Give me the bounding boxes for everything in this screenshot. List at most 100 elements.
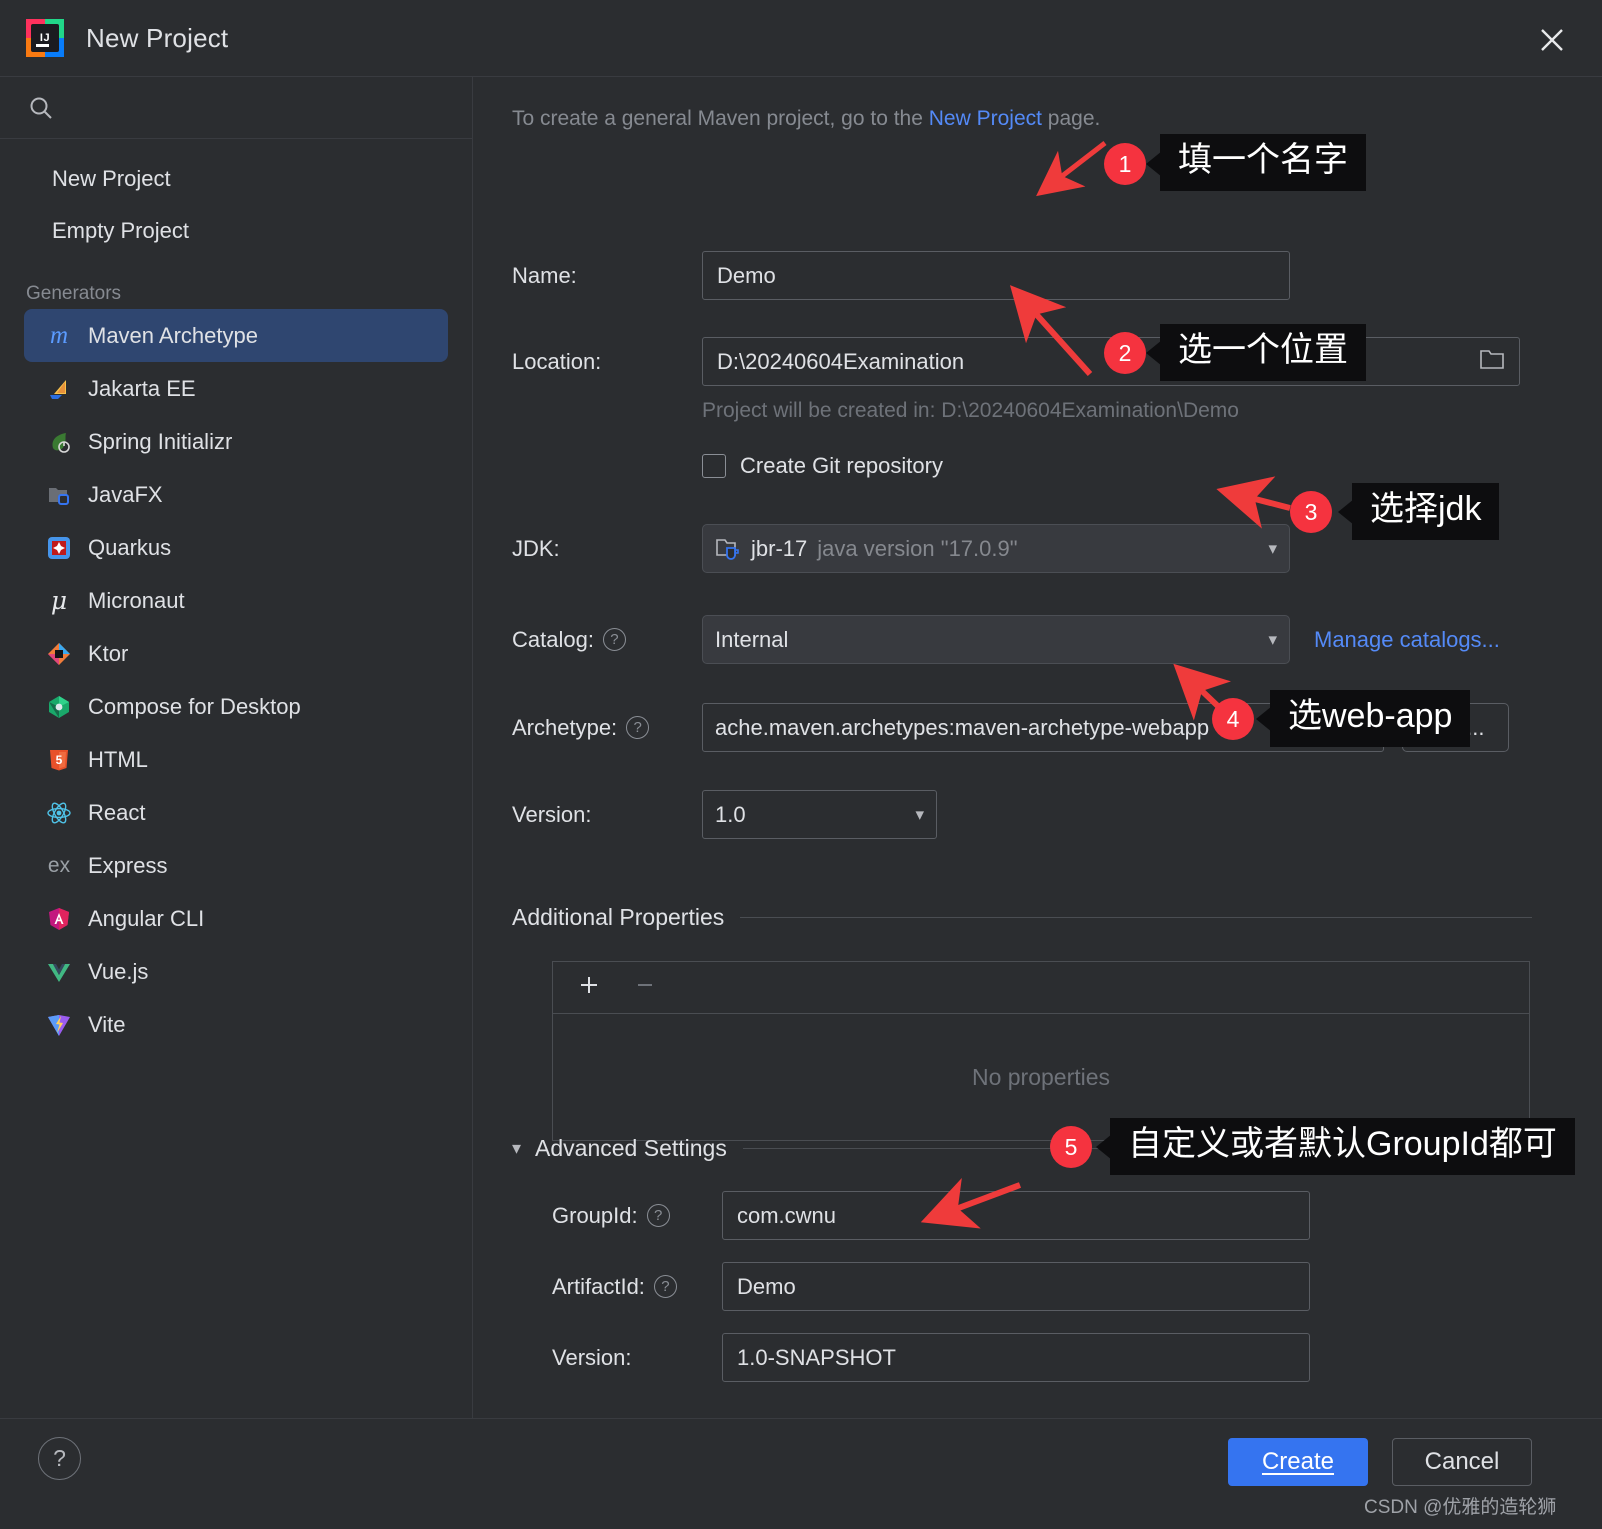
advanced-version-input[interactable]: 1.0-SNAPSHOT — [722, 1333, 1310, 1382]
micronaut-icon: μ — [50, 586, 68, 615]
express-icon: ex — [47, 853, 71, 877]
jdk-value: jbr-17 — [751, 535, 808, 561]
sidebar: New Project Empty Project Generators m M… — [0, 77, 473, 1418]
sidebar-item-spring-initializr[interactable]: Spring Initializr — [24, 415, 448, 468]
groupid-help-icon[interactable]: ? — [646, 1204, 670, 1227]
annotation-box-4: 选web-app — [1270, 690, 1471, 747]
advanced-version-value: 1.0-SNAPSHOT — [737, 1344, 896, 1370]
sidebar-item-new-project[interactable]: New Project — [0, 153, 472, 205]
compose-icon — [44, 692, 74, 722]
location-input-value: D:\20240604Examination — [717, 348, 965, 374]
jdk-label: JDK: — [512, 535, 560, 561]
name-input[interactable]: Demo — [702, 251, 1290, 300]
ktor-icon — [44, 639, 74, 669]
create-button[interactable]: Create — [1228, 1438, 1368, 1486]
sidebar-item-label: HTML — [88, 746, 148, 772]
sidebar-item-compose-for-desktop[interactable]: Compose for Desktop — [24, 680, 448, 733]
groupid-input[interactable]: com.cwnu — [722, 1191, 1310, 1240]
additional-properties-box: No properties — [552, 961, 1530, 1141]
checkbox-box[interactable] — [702, 454, 726, 478]
create-git-repository-checkbox[interactable]: Create Git repository — [702, 453, 943, 479]
annotation-badge-1: 1 — [1104, 143, 1146, 185]
sidebar-item-label: Vue.js — [88, 958, 149, 984]
properties-toolbar — [553, 962, 1529, 1014]
jdk-row: JDK: jbr-17 java version "17.0.9" ▾ — [512, 524, 1290, 573]
annotation-box-3: 选择jdk — [1352, 483, 1500, 540]
new-project-link[interactable]: New Project — [929, 107, 1042, 130]
close-icon[interactable] — [1532, 20, 1572, 60]
annotation-tail-3 — [1338, 499, 1354, 525]
svg-text:5: 5 — [56, 753, 63, 767]
sidebar-item-express[interactable]: ex Express — [24, 839, 448, 892]
sidebar-item-quarkus[interactable]: Quarkus — [24, 521, 448, 574]
jdk-folder-icon — [715, 537, 741, 561]
sidebar-item-empty-project[interactable]: Empty Project — [0, 205, 472, 257]
groupid-value: com.cwnu — [737, 1202, 837, 1228]
chevron-down-icon[interactable]: ▾ — [915, 805, 924, 825]
sidebar-item-label: Express — [88, 852, 168, 878]
chevron-down-icon[interactable]: ▾ — [1268, 630, 1277, 650]
manage-catalogs-link[interactable]: Manage catalogs... — [1314, 627, 1500, 653]
sidebar-item-label: Ktor — [88, 640, 129, 666]
annotation-box-5: 自定义或者默认GroupId都可 — [1110, 1118, 1575, 1175]
javafx-icon — [44, 480, 74, 510]
sidebar-item-jakarta-ee[interactable]: Jakarta EE — [24, 362, 448, 415]
cancel-button[interactable]: Cancel — [1392, 1438, 1532, 1486]
create-button-label: Create — [1261, 1448, 1335, 1475]
annotation-number: 2 — [1118, 339, 1132, 366]
cancel-button-label: Cancel — [1424, 1448, 1500, 1475]
annotation-text: 选一个位置 — [1178, 331, 1348, 369]
generators-list: m Maven Archetype Jakarta EE Spring Init… — [0, 309, 472, 1051]
quarkus-icon — [44, 533, 74, 563]
vue-icon — [44, 957, 74, 987]
question-mark-icon[interactable]: ? — [38, 1437, 81, 1480]
annotation-text: 自定义或者默认GroupId都可 — [1128, 1125, 1557, 1163]
sidebar-item-label: Empty Project — [52, 218, 189, 243]
angular-icon — [44, 904, 74, 934]
archetype-version-row: Version: 1.0 ▾ — [512, 790, 937, 839]
catalog-value: Internal — [715, 626, 789, 652]
sidebar-item-angular-cli[interactable]: Angular CLI — [24, 892, 448, 945]
sidebar-item-maven-archetype[interactable]: m Maven Archetype — [24, 309, 448, 362]
name-label: Name: — [512, 262, 577, 288]
artifactid-label: ArtifactId: — [552, 1273, 645, 1299]
annotation-badge-2: 2 — [1104, 332, 1146, 374]
annotation-tail-4 — [1256, 706, 1272, 732]
annotation-box-1: 填一个名字 — [1160, 134, 1366, 191]
name-row: Name: Demo — [512, 251, 1290, 300]
sidebar-item-javafx[interactable]: JavaFX — [24, 468, 448, 521]
annotation-tail-1 — [1146, 151, 1162, 177]
annotation-number: 1 — [1118, 150, 1132, 177]
sidebar-item-label: Angular CLI — [88, 905, 205, 931]
sidebar-item-micronaut[interactable]: μ Micronaut — [24, 574, 448, 627]
watermark: CSDN @优雅的造轮狮 — [1364, 1497, 1557, 1518]
hint-prefix: To create a general Maven project, go to… — [512, 107, 929, 130]
artifactid-input[interactable]: Demo — [722, 1262, 1310, 1311]
chevron-down-icon[interactable]: ▾ — [1268, 539, 1277, 559]
folder-icon[interactable] — [1479, 347, 1505, 377]
sidebar-item-ktor[interactable]: Ktor — [24, 627, 448, 680]
sidebar-item-react[interactable]: React — [24, 786, 448, 839]
archetype-version-dropdown[interactable]: 1.0 ▾ — [702, 790, 937, 839]
annotation-text: 选web-app — [1288, 697, 1453, 735]
plus-icon[interactable] — [575, 971, 603, 1004]
chevron-down-icon[interactable]: ▾ — [512, 1138, 521, 1159]
archetype-help-icon[interactable]: ? — [626, 716, 650, 739]
jdk-dropdown[interactable]: jbr-17 java version "17.0.9" ▾ — [702, 524, 1290, 573]
vite-icon — [44, 1010, 74, 1040]
archetype-label: Archetype: — [512, 714, 618, 740]
sidebar-item-label: Spring Initializr — [88, 428, 233, 454]
sidebar-item-vuejs[interactable]: Vue.js — [24, 945, 448, 998]
catalog-dropdown[interactable]: Internal ▾ — [702, 615, 1290, 664]
minus-icon — [631, 971, 659, 1004]
sidebar-item-vite[interactable]: Vite — [24, 998, 448, 1051]
artifactid-help-icon[interactable]: ? — [653, 1275, 677, 1298]
advanced-version-label: Version: — [552, 1344, 632, 1370]
sidebar-item-html[interactable]: 5 HTML — [24, 733, 448, 786]
maven-hint-text: To create a general Maven project, go to… — [512, 107, 1100, 131]
search-input[interactable] — [0, 77, 472, 139]
annotation-box-2: 选一个位置 — [1160, 324, 1366, 381]
catalog-help-icon[interactable]: ? — [602, 628, 626, 651]
sidebar-item-label: React — [88, 799, 146, 825]
project-path-note: Project will be created in: D:\20240604E… — [702, 399, 1239, 422]
